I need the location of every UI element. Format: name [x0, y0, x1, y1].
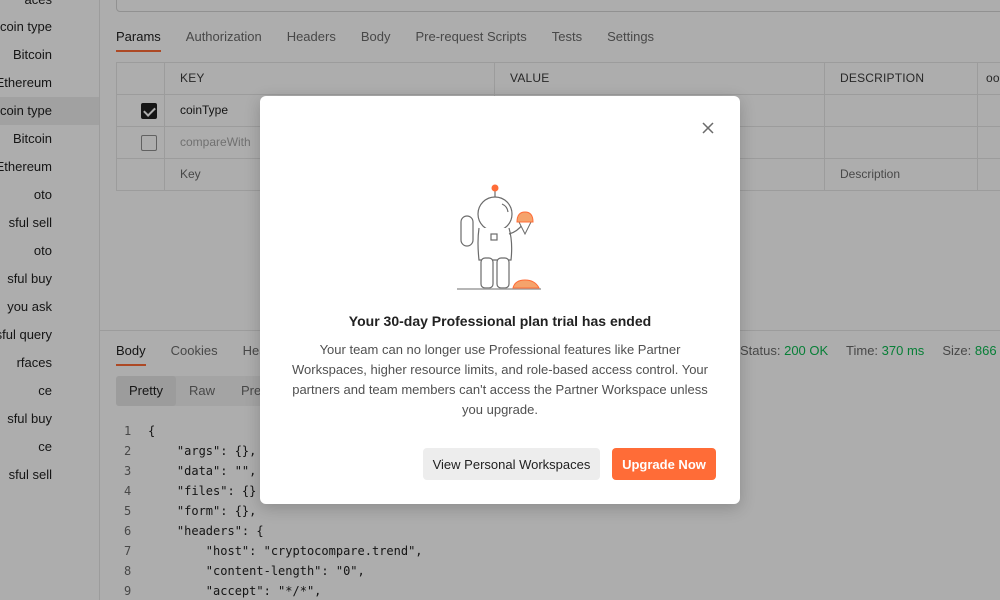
modal-body-text: Your team can no longer use Professional…	[292, 342, 708, 417]
modal-title: Your 30-day Professional plan trial has …	[348, 313, 652, 329]
trial-ended-modal: Your 30-day Professional plan trial has …	[260, 96, 740, 504]
astronaut-ice-cream-illustration	[455, 182, 545, 294]
upgrade-now-button[interactable]: Upgrade Now	[612, 448, 716, 480]
close-icon[interactable]	[700, 120, 716, 136]
view-personal-workspaces-button[interactable]: View Personal Workspaces	[423, 448, 600, 480]
